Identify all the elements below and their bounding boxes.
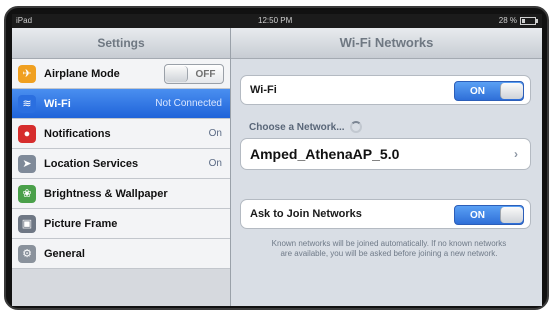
ipad-bezel: iPad 12:50 PM 28 % Settings ✈ Airplane M…: [4, 6, 549, 310]
settings-item-brightness-wallpaper[interactable]: ❀ Brightness & Wallpaper: [12, 179, 230, 209]
wifi-toggle-group: Wi-Fi ON: [240, 75, 531, 105]
location-status: On: [208, 158, 222, 169]
status-bar: iPad 12:50 PM 28 %: [12, 14, 542, 28]
settings-item-location-services[interactable]: ➤ Location Services On: [12, 149, 230, 179]
settings-item-label: General: [44, 247, 85, 260]
network-row[interactable]: Amped_AthenaAP_5.0 ›: [241, 139, 530, 169]
wifi-toggle[interactable]: ON: [454, 81, 524, 101]
ask-join-toggle[interactable]: ON: [454, 205, 524, 225]
settings-list: ✈ Airplane Mode OFF ≋ Wi-Fi Not Connecte…: [12, 59, 230, 269]
ask-join-row: Ask to Join Networks ON: [241, 200, 530, 228]
network-list: Amped_AthenaAP_5.0 ›: [240, 138, 531, 170]
settings-item-label: Picture Frame: [44, 217, 118, 230]
settings-item-airplane-mode[interactable]: ✈ Airplane Mode OFF: [12, 59, 230, 89]
choose-network-label: Choose a Network...: [249, 121, 345, 133]
settings-item-label: Notifications: [44, 127, 111, 140]
notifications-status: On: [208, 128, 222, 139]
wifi-networks-title: Wi-Fi Networks: [231, 28, 542, 59]
wifi-icon: ≋: [18, 94, 36, 113]
settings-pane: Settings ✈ Airplane Mode OFF ≋ Wi-Fi Not…: [12, 28, 231, 306]
settings-title: Settings: [12, 28, 230, 59]
ipad-screen: iPad 12:50 PM 28 % Settings ✈ Airplane M…: [12, 14, 542, 306]
settings-item-label: Airplane Mode: [44, 67, 120, 80]
toggle-knob: [500, 207, 523, 223]
ask-join-group: Ask to Join Networks ON: [240, 199, 531, 229]
toggle-state: ON: [470, 209, 485, 221]
wifi-label: Wi-Fi: [250, 84, 277, 96]
airplane-mode-toggle[interactable]: OFF: [164, 64, 224, 84]
loading-spinner-icon: [349, 121, 362, 133]
toggle-knob: [500, 83, 523, 99]
toggle-state: OFF: [195, 68, 216, 80]
settings-item-label: Wi-Fi: [44, 97, 71, 110]
choose-network-header: Choose a Network...: [249, 121, 362, 133]
device-name: iPad: [16, 16, 33, 25]
settings-item-label: Brightness & Wallpaper: [44, 187, 168, 200]
brightness-wallpaper-icon: ❀: [18, 184, 36, 203]
airplane-icon: ✈: [18, 64, 36, 83]
settings-item-general[interactable]: ⚙ General: [12, 239, 230, 269]
network-name: Amped_AthenaAP_5.0: [250, 146, 400, 162]
wifi-row: Wi-Fi ON: [241, 76, 530, 104]
notifications-icon: ●: [18, 124, 36, 143]
settings-item-wifi[interactable]: ≋ Wi-Fi Not Connected: [12, 89, 230, 119]
settings-item-picture-frame[interactable]: ▣ Picture Frame: [12, 209, 230, 239]
location-icon: ➤: [18, 154, 36, 173]
chevron-right-icon[interactable]: ›: [514, 147, 518, 161]
battery-percent: 28 %: [498, 16, 517, 25]
status-time: 12:50 PM: [258, 16, 293, 25]
toggle-state: ON: [470, 85, 485, 97]
wifi-status: Not Connected: [155, 98, 222, 109]
wifi-networks-pane: Wi-Fi Networks Wi-Fi ON Choose a Network…: [231, 28, 542, 306]
ask-join-label: Ask to Join Networks: [250, 208, 362, 220]
gear-icon: ⚙: [18, 244, 36, 263]
ask-join-footer: Known networks will be joined automatica…: [271, 239, 507, 258]
battery-icon: [520, 17, 538, 25]
settings-item-notifications[interactable]: ● Notifications On: [12, 119, 230, 149]
settings-item-label: Location Services: [44, 157, 139, 170]
picture-frame-icon: ▣: [18, 214, 36, 233]
toggle-knob: [165, 66, 188, 82]
battery-indicator: 28 %: [498, 14, 538, 28]
